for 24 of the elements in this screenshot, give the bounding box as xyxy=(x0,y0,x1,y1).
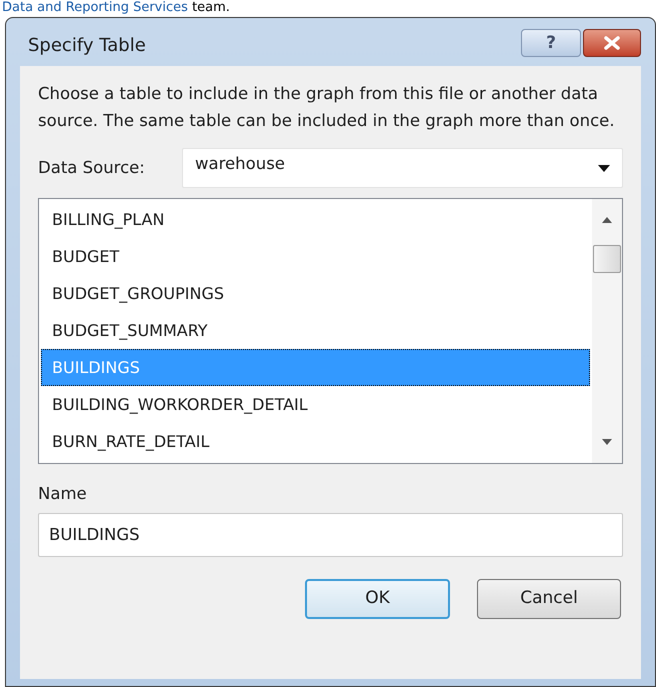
table-list-item[interactable]: BILLING_PLAN xyxy=(41,201,590,238)
name-field[interactable]: BUILDINGS xyxy=(38,512,623,557)
scroll-thumb[interactable] xyxy=(593,245,621,273)
data-source-dropdown[interactable]: warehouse xyxy=(182,148,623,188)
dialog-title: Specify Table xyxy=(27,34,146,58)
dropdown-caret-icon xyxy=(598,164,610,172)
table-list-item[interactable]: BUDGET_GROUPINGS xyxy=(41,275,590,312)
table-list-item[interactable]: BUDGET xyxy=(41,238,590,275)
data-source-label: Data Source: xyxy=(38,156,146,179)
scroll-up-arrow-icon xyxy=(602,217,612,223)
page-sentence: Data and Reporting Services team. xyxy=(1,0,231,17)
scroll-down-arrow-icon xyxy=(602,439,612,445)
name-label: Name xyxy=(38,483,88,505)
services-link[interactable]: Data and Reporting Services xyxy=(2,0,188,15)
dialog-button[interactable]: OK xyxy=(305,578,450,619)
list-scrollbar[interactable] xyxy=(592,199,622,463)
table-list-item[interactable]: BURN_RATE_DETAIL xyxy=(41,423,590,460)
dialog-button[interactable]: Cancel xyxy=(477,578,621,619)
table-list-item[interactable]: BUDGET_SUMMARY xyxy=(41,312,590,349)
description-text: Choose a table to include in the graph from this file or another data source. The same table can be included in the graph more than once. xyxy=(38,83,616,132)
table-list-item[interactable]: BUILDING_WORKORDER_DETAIL xyxy=(41,386,590,423)
close-button[interactable] xyxy=(583,29,641,57)
help-button[interactable]: ? xyxy=(521,29,581,57)
close-icon xyxy=(603,36,621,50)
